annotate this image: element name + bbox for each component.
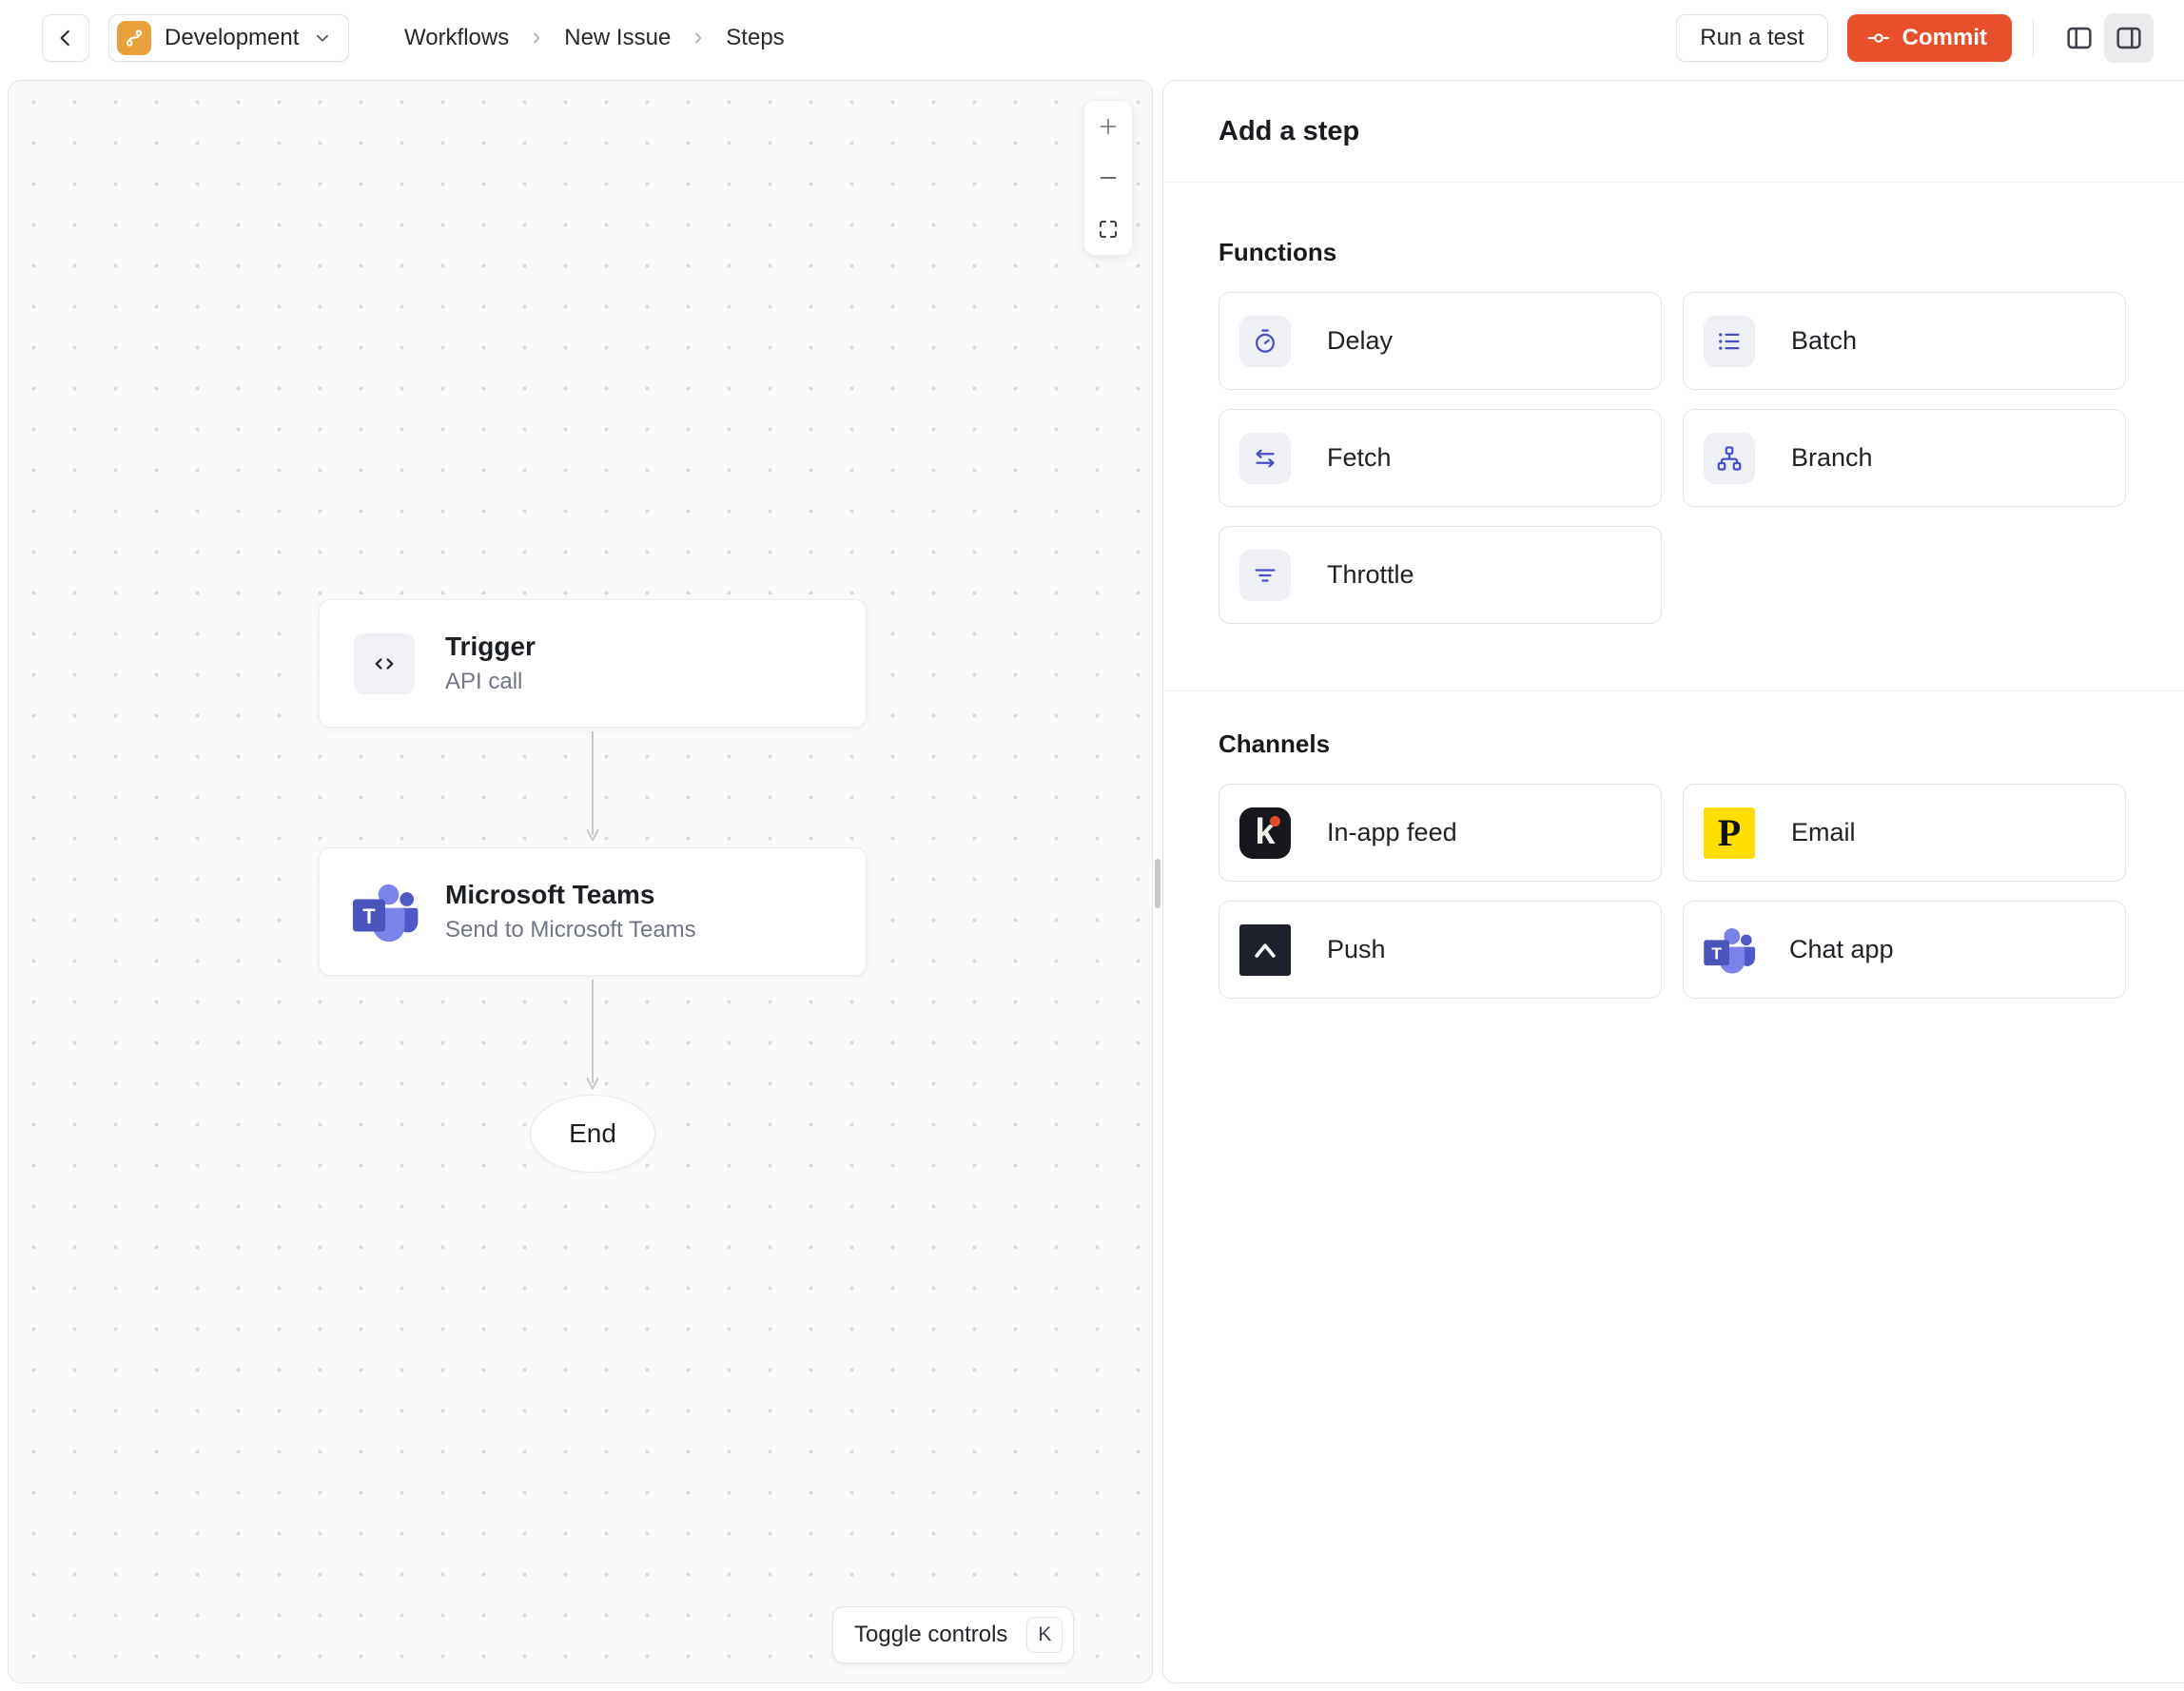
step-card-throttle[interactable]: Throttle (1219, 526, 1662, 624)
environment-switcher[interactable]: Development (108, 14, 350, 62)
environment-label: Development (165, 25, 300, 50)
toggle-left-panel-button[interactable] (2055, 13, 2104, 63)
commit-icon (1867, 33, 1890, 43)
breadcrumb-new-issue[interactable]: New Issue (564, 25, 671, 51)
keyboard-shortcut-badge: K (1026, 1617, 1063, 1653)
panel-body: Functions Delay Batch Fetch Branch Throt… (1163, 238, 2184, 999)
svg-text:T: T (1711, 943, 1722, 962)
step-card-delay[interactable]: Delay (1219, 292, 1662, 390)
panel-right-icon (2116, 27, 2141, 49)
svg-text:T: T (362, 904, 376, 928)
list-icon (1704, 315, 1755, 367)
zoom-in-button[interactable] (1084, 101, 1132, 152)
step-card-fetch[interactable]: Fetch (1219, 409, 1662, 507)
breadcrumb-separator-icon (528, 29, 545, 47)
knock-dot (1270, 815, 1280, 826)
trigger-node-title: Trigger (445, 632, 536, 661)
teams-node-title: Microsoft Teams (445, 880, 655, 909)
chevron-left-icon (60, 29, 69, 47)
breadcrumb-separator-icon (690, 29, 707, 47)
workflow-canvas[interactable]: Trigger API call T Microsoft Teams Send … (8, 80, 1153, 1683)
breadcrumb-workflows[interactable]: Workflows (404, 25, 509, 51)
channels-grid: k In-app feed P Email Push T Chat app (1219, 784, 2126, 999)
teams-node-subtitle: Send to Microsoft Teams (445, 917, 696, 943)
section-divider (1163, 690, 2184, 691)
step-card-batch[interactable]: Batch (1683, 292, 2126, 390)
minus-icon (1100, 177, 1117, 179)
functions-grid: Delay Batch Fetch Branch Throttle (1219, 292, 2126, 624)
zoom-controls (1083, 100, 1133, 256)
knock-logo-icon: k (1239, 807, 1291, 859)
add-step-panel: Add a step Functions Delay Batch Fetch B… (1162, 80, 2184, 1683)
panel-title: Add a step (1219, 115, 1360, 146)
step-card-push[interactable]: Push (1219, 901, 1662, 999)
panel-resize-handle[interactable] (1155, 859, 1160, 908)
toggle-right-panel-button[interactable] (2104, 13, 2154, 63)
hierarchy-icon (1704, 432, 1755, 484)
breadcrumb: Workflows New Issue Steps (404, 0, 785, 76)
commit-button[interactable]: Commit (1846, 14, 2012, 62)
zoom-out-button[interactable] (1084, 152, 1132, 204)
panel-header: Add a step (1163, 81, 2184, 183)
workflow-editor: Development Workflows New Issue Steps Ru… (0, 0, 2184, 1691)
expo-logo-icon (1239, 923, 1291, 976)
fullscreen-icon (1100, 221, 1117, 238)
chevron-down-icon (317, 34, 329, 42)
transfer-arrows-icon (1239, 432, 1291, 484)
stopwatch-icon (1239, 315, 1291, 367)
panel-left-icon (2067, 27, 2092, 49)
toggle-controls-label: Toggle controls (854, 1622, 1008, 1647)
fit-view-button[interactable] (1084, 204, 1132, 255)
microsoft-teams-step-node[interactable]: T Microsoft Teams Send to Microsoft Team… (319, 847, 867, 976)
step-card-in-app-feed[interactable]: k In-app feed (1219, 784, 1662, 882)
edge-teams-to-end (586, 980, 599, 1090)
breadcrumb-steps: Steps (726, 25, 785, 50)
panel-resize-gutter (1153, 80, 1162, 1683)
topbar-actions: Run a test Commit (1676, 13, 2154, 63)
throttle-lines-icon (1239, 549, 1291, 601)
step-card-email[interactable]: P Email (1683, 784, 2126, 882)
plus-icon (1100, 118, 1117, 135)
toggle-controls-button[interactable]: Toggle controls K (832, 1606, 1075, 1663)
ms-teams-icon: T (353, 884, 419, 942)
step-card-branch[interactable]: Branch (1683, 409, 2126, 507)
run-a-test-button[interactable]: Run a test (1676, 14, 1828, 62)
toolbar-divider (2033, 19, 2034, 57)
back-button[interactable] (42, 14, 89, 62)
channels-section-label: Channels (1219, 729, 1331, 758)
step-card-chat-app[interactable]: T Chat app (1683, 901, 2126, 999)
environment-branch-icon (117, 21, 151, 55)
commit-label: Commit (1901, 25, 1987, 50)
ms-teams-logo-icon: T (1704, 927, 1756, 974)
topbar: Development Workflows New Issue Steps Ru… (0, 0, 2184, 76)
end-node[interactable]: End (530, 1095, 655, 1173)
edge-trigger-to-teams (586, 731, 599, 842)
trigger-step-node[interactable]: Trigger API call (319, 599, 867, 728)
postmark-logo-icon: P (1704, 807, 1755, 859)
code-icon (354, 632, 415, 694)
trigger-node-subtitle: API call (445, 669, 523, 694)
functions-section-label: Functions (1219, 238, 1337, 266)
